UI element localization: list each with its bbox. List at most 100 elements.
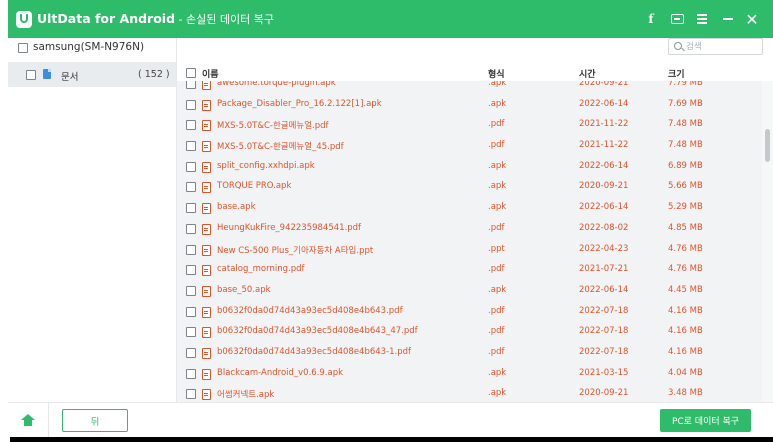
category-label: 문서	[61, 72, 79, 83]
row-checkbox[interactable]	[186, 368, 196, 379]
scrollbar[interactable]	[762, 81, 773, 402]
row-checkbox[interactable]	[186, 203, 196, 214]
file-icon	[202, 265, 211, 277]
file-type: .pdf	[488, 140, 505, 151]
row-checkbox[interactable]	[186, 327, 196, 338]
file-type: .pdf	[488, 119, 505, 130]
table-row[interactable]: base_50.apk .apk 2022-06-14 4.45 MB	[177, 281, 762, 302]
file-time: 2022-07-18	[579, 305, 629, 316]
menu-icon[interactable]	[695, 10, 709, 28]
scrollbar-thumb[interactable]	[765, 129, 770, 162]
ultdata-logo-icon	[16, 11, 32, 28]
table-row[interactable]: HeungKukFire_942235984541.pdf .pdf 2022-08…	[177, 219, 762, 240]
category-count: ( 152 )	[138, 69, 170, 80]
home-button[interactable]	[8, 403, 48, 437]
document-icon	[43, 69, 51, 79]
file-type: .pdf	[488, 346, 505, 357]
file-type: .pdf	[488, 305, 505, 316]
table-row[interactable]: Package_Disabler_Pro_16.2.122[1].apk .apk…	[177, 95, 762, 116]
row-checkbox[interactable]	[186, 161, 196, 172]
file-time: 2022-06-14	[579, 284, 629, 295]
file-icon	[202, 327, 211, 339]
file-size: 4.76 MB	[668, 243, 703, 254]
file-type: .apk	[488, 367, 507, 378]
file-size: 4.16 MB	[668, 305, 703, 316]
file-icon	[202, 389, 211, 401]
column-header-name[interactable]: 이름	[202, 67, 219, 80]
row-checkbox[interactable]	[186, 306, 196, 317]
column-header-size[interactable]: 크기	[668, 67, 685, 80]
table-row[interactable]: MXS-5.0T&C-한글메뉴얼.pdf .pdf 2021-11-22 7.48 M…	[177, 115, 762, 136]
row-checkbox[interactable]	[186, 265, 196, 276]
file-type: .apk	[488, 202, 507, 213]
file-panel: 이름 형식 시간 크기 awesome.torque-plugin.apk .ap…	[177, 38, 773, 402]
row-checkbox[interactable]	[186, 182, 196, 193]
file-time: 2022-06-14	[579, 160, 629, 171]
app-window: UltData for Android - 손실된 데이터 복구 f ✕ sam…	[8, 0, 773, 437]
file-type: .apk	[488, 98, 507, 109]
sidebar-item-documents[interactable]: 문서 ( 152 )	[8, 62, 176, 87]
window-subtitle: - 손실된 데이터 복구	[175, 13, 274, 26]
column-header-time[interactable]: 시간	[579, 67, 596, 80]
row-checkbox[interactable]	[186, 141, 196, 152]
category-checkbox[interactable]	[26, 70, 36, 80]
minimize-icon[interactable]	[721, 10, 735, 28]
table-row[interactable]: awesome.torque-plugin.apk .apk 2020-09-21 7…	[177, 81, 762, 95]
close-icon[interactable]: ✕	[745, 10, 759, 29]
file-type: .ppt	[488, 243, 505, 254]
file-icon	[202, 306, 211, 318]
file-size: 3.48 MB	[668, 388, 703, 399]
file-size: 4.76 MB	[668, 264, 703, 275]
row-checkbox[interactable]	[186, 99, 196, 110]
table-row[interactable]: New CS-500 Plus_기아자동차 A타입.ppt .ppt 2022-04…	[177, 240, 762, 261]
table-row[interactable]: catalog_morning.pdf .pdf 2021-07-21 4.76 MB	[177, 260, 762, 281]
table-row[interactable]: Blackcam-Android_v0.6.9.apk .apk 2021-03-1…	[177, 364, 762, 385]
file-time: 2022-07-18	[579, 326, 629, 337]
file-rows: awesome.torque-plugin.apk .apk 2020-09-21 7…	[177, 81, 762, 402]
file-type: .apk	[488, 284, 507, 295]
table-row[interactable]: b0632f0da0d74d43a93ec5d408e4b643_47.pdf.…	[177, 322, 762, 343]
file-icon	[202, 99, 211, 111]
recover-to-pc-button[interactable]: PC로 데이터 복구	[660, 409, 751, 432]
file-name: awesome.torque-plugin.apk	[217, 81, 336, 88]
search-box[interactable]	[668, 38, 763, 55]
file-size: 7.48 MB	[668, 140, 703, 151]
table-row[interactable]: MXS-5.0T&C-한글메뉴얼_45.pdf .pdf 2021-11-22 7.4…	[177, 136, 762, 157]
file-name: MXS-5.0T&C-한글메뉴얼_45.pdf	[217, 142, 344, 153]
table-row[interactable]: base.apk .apk 2022-06-14 5.29 MB	[177, 198, 762, 219]
table-row[interactable]: 어썸커넥트.apk .apk 2020-09-21 3.48 MB	[177, 384, 762, 402]
file-size: 4.45 MB	[668, 284, 703, 295]
file-list[interactable]: awesome.torque-plugin.apk .apk 2020-09-21 7…	[177, 81, 762, 402]
file-size: 5.29 MB	[668, 202, 703, 213]
select-all-checkbox[interactable]	[186, 68, 196, 78]
back-button[interactable]: 뒤	[62, 409, 128, 432]
file-icon	[202, 244, 211, 256]
file-icon	[202, 120, 211, 132]
file-size: 7.69 MB	[668, 98, 703, 109]
file-icon	[202, 285, 211, 297]
search-icon[interactable]	[674, 42, 682, 50]
file-size: 7.48 MB	[668, 119, 703, 130]
table-row[interactable]: split_config.xxhdpi.apk .apk 2022-06-14 6.8…	[177, 157, 762, 178]
table-row[interactable]: TORQUE PRO.apk .apk 2020-09-21 5.66 MB	[177, 177, 762, 198]
row-checkbox[interactable]	[186, 347, 196, 358]
column-header-type[interactable]: 형식	[488, 67, 505, 80]
file-size: 7.79 MB	[668, 81, 703, 88]
file-name: catalog_morning.pdf	[217, 264, 305, 275]
table-row[interactable]: b0632f0da0d74d43a93ec5d408e4b643-1.pdf .p…	[177, 343, 762, 364]
chat-icon[interactable]	[669, 10, 685, 28]
device-row[interactable]: samsung(SM-N976N)	[8, 38, 176, 61]
facebook-icon[interactable]: f	[645, 10, 657, 28]
row-checkbox[interactable]	[186, 244, 196, 255]
row-checkbox[interactable]	[186, 285, 196, 296]
row-checkbox[interactable]	[186, 81, 196, 89]
row-checkbox[interactable]	[186, 120, 196, 131]
search-input[interactable]	[686, 40, 760, 53]
device-checkbox[interactable]	[18, 43, 28, 53]
table-row[interactable]: b0632f0da0d74d43a93ec5d408e4b643.pdf .pdf…	[177, 302, 762, 323]
file-name: b0632f0da0d74d43a93ec5d408e4b643-1.pdf	[217, 346, 412, 357]
row-checkbox[interactable]	[186, 223, 196, 234]
file-type: .apk	[488, 181, 507, 192]
file-icon	[202, 203, 211, 215]
row-checkbox[interactable]	[186, 389, 196, 400]
